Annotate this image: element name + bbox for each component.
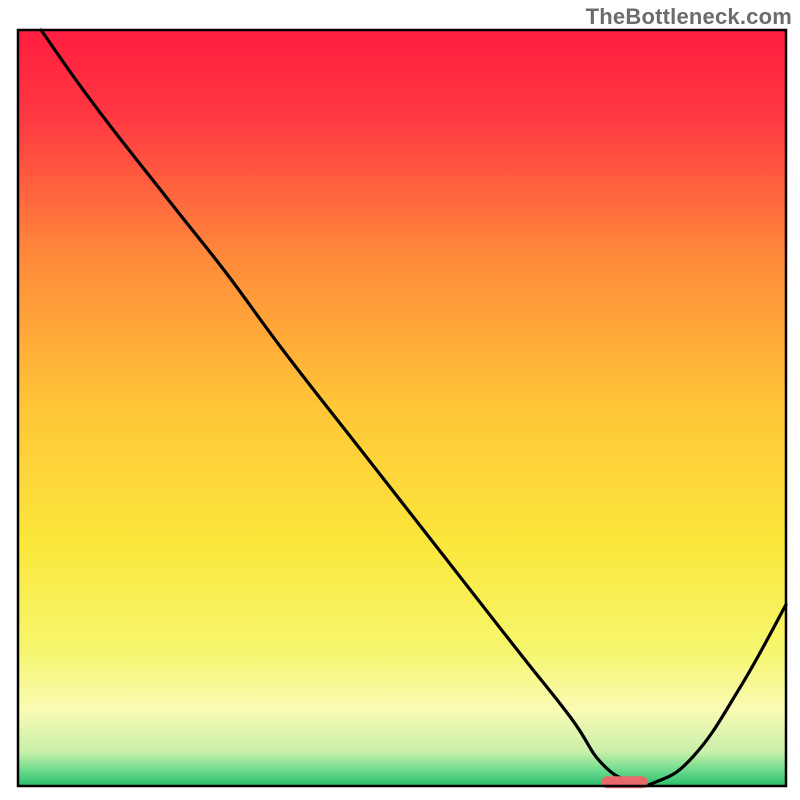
watermark-text: TheBottleneck.com <box>586 4 792 30</box>
plot-area <box>18 30 786 788</box>
bottleneck-chart <box>0 0 800 800</box>
chart-container: TheBottleneck.com <box>0 0 800 800</box>
gradient-background <box>18 30 786 786</box>
